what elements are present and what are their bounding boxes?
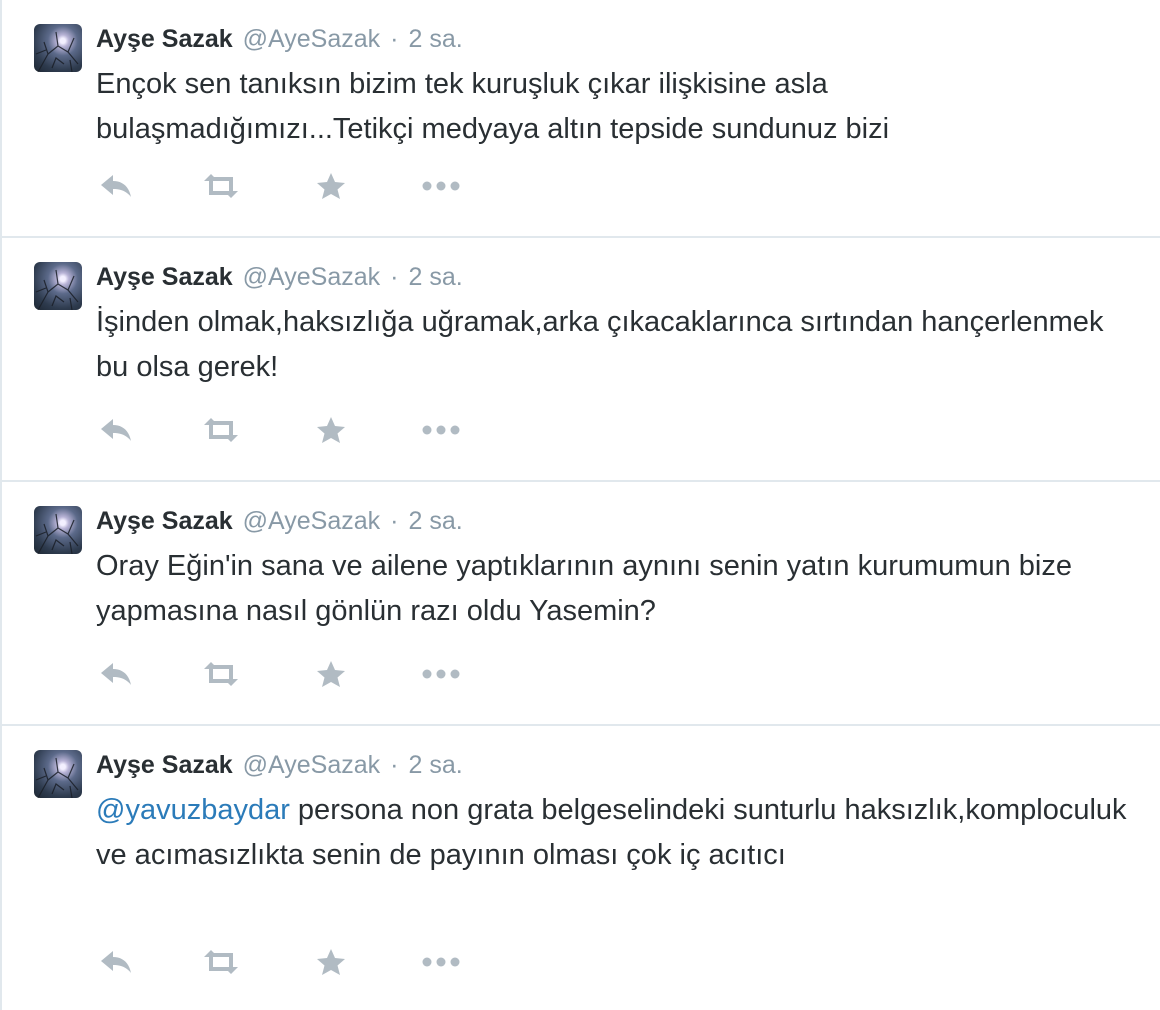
author-name[interactable]: Ayşe Sazak bbox=[96, 22, 233, 56]
more-dots-icon bbox=[422, 425, 460, 435]
author-username[interactable]: @AyeSazak bbox=[243, 504, 381, 538]
reply-icon bbox=[101, 175, 131, 197]
author-name[interactable]: Ayşe Sazak bbox=[96, 260, 233, 294]
retweet-icon bbox=[204, 418, 238, 442]
more-button[interactable] bbox=[421, 944, 461, 980]
avatar[interactable] bbox=[34, 24, 82, 72]
author-username[interactable]: @AyeSazak bbox=[243, 748, 381, 782]
tweet-time[interactable]: 2 sa. bbox=[409, 504, 463, 538]
avatar[interactable] bbox=[34, 750, 82, 798]
tweet-text: Ençok sen tanıksın bizim tek kuruşluk çı… bbox=[96, 62, 1136, 152]
retweet-icon bbox=[204, 950, 238, 974]
timeline: Ayşe Sazak @AyeSazak · 2 sa. Ençok sen t… bbox=[0, 0, 1160, 1010]
tweet-body: İşinden olmak,haksızlığa uğramak,arka çı… bbox=[96, 306, 1104, 383]
tweet-time[interactable]: 2 sa. bbox=[409, 22, 463, 56]
avatar[interactable] bbox=[34, 262, 82, 310]
reply-button[interactable] bbox=[96, 944, 136, 980]
tweet-text: @yavuzbaydar persona non grata belgeseli… bbox=[96, 788, 1136, 878]
reply-button[interactable] bbox=[96, 412, 136, 448]
retweet-button[interactable] bbox=[201, 168, 241, 204]
tweet-actions bbox=[96, 656, 461, 692]
author-name[interactable]: Ayşe Sazak bbox=[96, 504, 233, 538]
more-button[interactable] bbox=[421, 412, 461, 448]
retweet-button[interactable] bbox=[201, 412, 241, 448]
more-dots-icon bbox=[422, 669, 460, 679]
reply-icon bbox=[101, 951, 131, 973]
star-icon bbox=[317, 417, 345, 443]
author-username[interactable]: @AyeSazak bbox=[243, 260, 381, 294]
author-name[interactable]: Ayşe Sazak bbox=[96, 748, 233, 782]
more-button[interactable] bbox=[421, 168, 461, 204]
tweet[interactable]: Ayşe Sazak @AyeSazak · 2 sa. Oray Eğin'i… bbox=[2, 482, 1160, 726]
author-username[interactable]: @AyeSazak bbox=[243, 22, 381, 56]
more-dots-icon bbox=[422, 181, 460, 191]
tweet-header: Ayşe Sazak @AyeSazak · 2 sa. bbox=[96, 260, 463, 294]
retweet-button[interactable] bbox=[201, 944, 241, 980]
separator-dot: · bbox=[390, 507, 399, 535]
separator-dot: · bbox=[390, 751, 399, 779]
more-button[interactable] bbox=[421, 656, 461, 692]
tweet-time[interactable]: 2 sa. bbox=[409, 260, 463, 294]
reply-button[interactable] bbox=[96, 656, 136, 692]
more-dots-icon bbox=[422, 957, 460, 967]
separator-dot: · bbox=[390, 25, 399, 53]
avatar[interactable] bbox=[34, 506, 82, 554]
favorite-button[interactable] bbox=[311, 412, 351, 448]
tweet[interactable]: Ayşe Sazak @AyeSazak · 2 sa. İşinden olm… bbox=[2, 238, 1160, 482]
separator-dot: · bbox=[390, 263, 399, 291]
favorite-button[interactable] bbox=[311, 944, 351, 980]
tweet-actions bbox=[96, 412, 461, 448]
tweet-body: Oray Eğin'in sana ve ailene yaptıklarını… bbox=[96, 550, 1072, 627]
mention-link[interactable]: @yavuzbaydar bbox=[96, 794, 290, 826]
retweet-button[interactable] bbox=[201, 656, 241, 692]
retweet-icon bbox=[204, 174, 238, 198]
tweet-header: Ayşe Sazak @AyeSazak · 2 sa. bbox=[96, 748, 463, 782]
tweet-actions bbox=[96, 168, 461, 204]
favorite-button[interactable] bbox=[311, 168, 351, 204]
tweet[interactable]: Ayşe Sazak @AyeSazak · 2 sa. Ençok sen t… bbox=[2, 0, 1160, 238]
star-icon bbox=[317, 661, 345, 687]
favorite-button[interactable] bbox=[311, 656, 351, 692]
tweet-text: Oray Eğin'in sana ve ailene yaptıklarını… bbox=[96, 544, 1136, 634]
tweet[interactable]: Ayşe Sazak @AyeSazak · 2 sa. @yavuzbayda… bbox=[2, 726, 1160, 1010]
star-icon bbox=[317, 949, 345, 975]
star-icon bbox=[317, 173, 345, 199]
reply-icon bbox=[101, 663, 131, 685]
reply-icon bbox=[101, 419, 131, 441]
reply-button[interactable] bbox=[96, 168, 136, 204]
tweet-header: Ayşe Sazak @AyeSazak · 2 sa. bbox=[96, 22, 463, 56]
tweet-actions bbox=[96, 944, 461, 980]
tweet-header: Ayşe Sazak @AyeSazak · 2 sa. bbox=[96, 504, 463, 538]
tweet-body: Ençok sen tanıksın bizim tek kuruşluk çı… bbox=[96, 68, 890, 145]
tweet-time[interactable]: 2 sa. bbox=[409, 748, 463, 782]
tweet-text: İşinden olmak,haksızlığa uğramak,arka çı… bbox=[96, 300, 1136, 390]
retweet-icon bbox=[204, 662, 238, 686]
